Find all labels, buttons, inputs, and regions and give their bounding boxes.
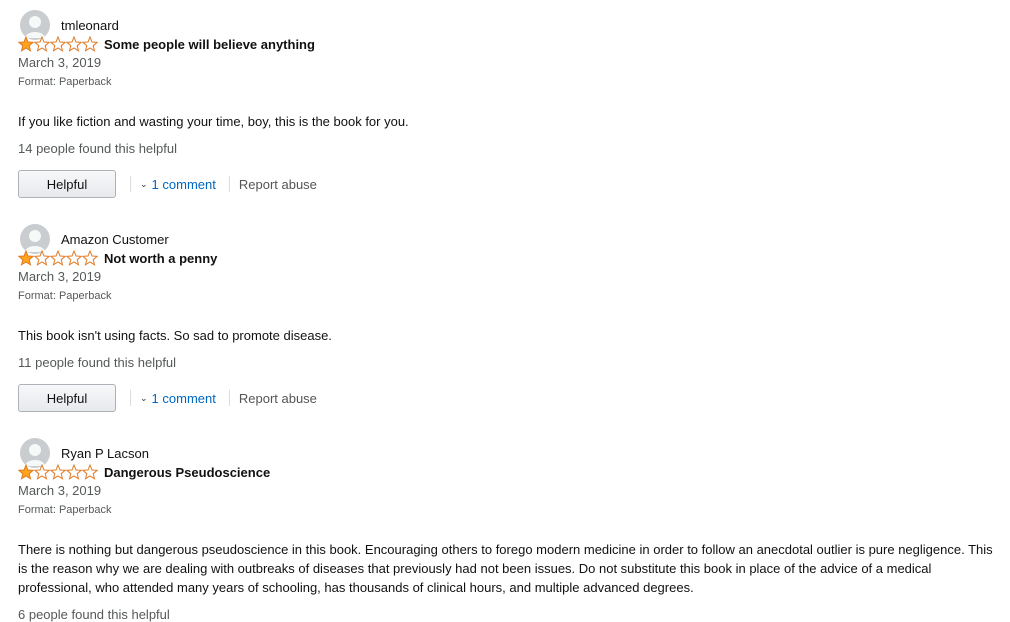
helpful-button[interactable]: Helpful xyxy=(18,384,116,412)
divider xyxy=(130,176,131,192)
review-header: Dangerous Pseudoscience xyxy=(18,463,270,481)
star-empty-icon xyxy=(34,250,50,266)
star-filled-icon xyxy=(18,250,34,266)
review-format[interactable]: Format: Paperback xyxy=(18,290,112,302)
comment-label[interactable]: 1 comment xyxy=(152,177,216,192)
review-header: Some people will believe anything xyxy=(18,35,315,53)
helpful-button[interactable]: Helpful xyxy=(18,170,116,198)
helpful-count: 6 people found this helpful xyxy=(18,607,170,622)
star-empty-icon xyxy=(34,464,50,480)
review-actions: Helpful ⌄ 1 comment Report abuse xyxy=(18,383,317,413)
reviewer-name[interactable]: Ryan P Lacson xyxy=(61,446,149,461)
star-empty-icon xyxy=(50,464,66,480)
star-filled-icon xyxy=(18,464,34,480)
divider xyxy=(228,176,230,192)
star-filled-icon xyxy=(18,36,34,52)
helpful-count: 11 people found this helpful xyxy=(18,355,177,370)
review-format[interactable]: Format: Paperback xyxy=(18,76,112,88)
star-rating xyxy=(18,36,98,52)
review-date: March 3, 2019 xyxy=(18,269,102,284)
divider xyxy=(228,390,230,406)
comment-link[interactable]: ⌄ 1 comment xyxy=(140,391,216,406)
review-title[interactable]: Not worth a penny xyxy=(104,251,217,266)
review-date: March 3, 2019 xyxy=(18,55,102,70)
review-body: If you like fiction and wasting your tim… xyxy=(18,114,409,129)
star-empty-icon xyxy=(82,464,98,480)
star-rating xyxy=(18,250,98,266)
star-rating xyxy=(18,464,98,480)
helpful-count: 14 people found this helpful xyxy=(18,141,178,156)
chevron-down-icon: ⌄ xyxy=(140,178,148,189)
review-actions: Helpful ⌄ 1 comment Report abuse xyxy=(18,169,317,199)
review-format[interactable]: Format: Paperback xyxy=(18,504,112,516)
star-empty-icon xyxy=(82,250,98,266)
reviewer-name[interactable]: Amazon Customer xyxy=(61,232,169,247)
review-title[interactable]: Dangerous Pseudoscience xyxy=(104,465,270,480)
divider xyxy=(130,390,131,406)
report-abuse-link[interactable]: Report abuse xyxy=(239,391,317,406)
review-body: This book isn't using facts. So sad to p… xyxy=(18,328,332,343)
comment-link[interactable]: ⌄ 1 comment xyxy=(140,177,216,192)
star-empty-icon xyxy=(34,36,50,52)
review-date: March 3, 2019 xyxy=(18,483,102,498)
star-empty-icon xyxy=(50,250,66,266)
star-empty-icon xyxy=(66,464,82,480)
review-title[interactable]: Some people will believe anything xyxy=(104,37,315,52)
star-empty-icon xyxy=(66,250,82,266)
review-header: Not worth a penny xyxy=(18,249,217,267)
comment-label[interactable]: 1 comment xyxy=(152,391,216,406)
star-empty-icon xyxy=(66,36,82,52)
review-body: There is nothing but dangerous pseudosci… xyxy=(18,542,993,595)
star-empty-icon xyxy=(82,36,98,52)
chevron-down-icon: ⌄ xyxy=(140,392,148,403)
reviewer-name[interactable]: tmleonard xyxy=(61,18,119,33)
report-abuse-link[interactable]: Report abuse xyxy=(239,177,317,192)
star-empty-icon xyxy=(50,36,66,52)
